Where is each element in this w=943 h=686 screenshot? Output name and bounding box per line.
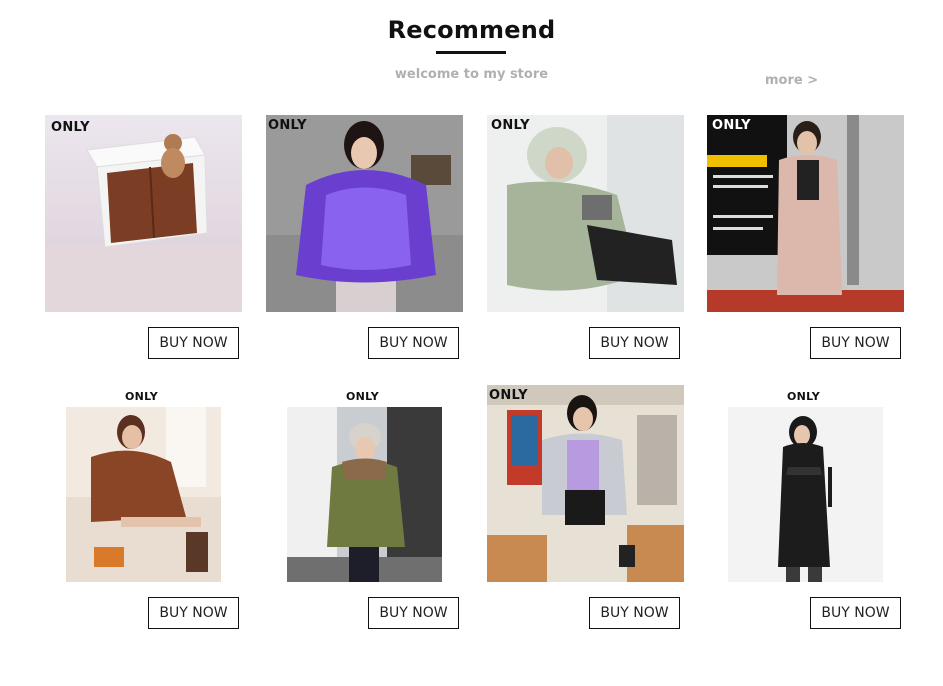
product-card-6[interactable]: ONLY [266, 385, 463, 582]
brand-logo: ONLY [712, 118, 751, 133]
product-card-2[interactable]: ONLY [266, 115, 463, 312]
buy-now-button[interactable]: BUY NOW [589, 597, 680, 629]
product-card-7[interactable]: ONLY [487, 385, 684, 582]
product-image [45, 115, 242, 312]
product-image [487, 115, 684, 312]
buy-now-button[interactable]: BUY NOW [148, 327, 239, 359]
buy-now-button[interactable]: BUY NOW [148, 597, 239, 629]
product-card-3[interactable]: ONLY [487, 115, 684, 312]
more-link[interactable]: more > [765, 73, 818, 88]
brand-logo: ONLY [787, 390, 821, 403]
product-image [287, 407, 442, 582]
buy-now-button[interactable]: BUY NOW [810, 327, 901, 359]
brand-logo: ONLY [346, 390, 380, 403]
buy-now-button[interactable]: BUY NOW [368, 327, 459, 359]
brand-logo: ONLY [51, 120, 90, 135]
brand-logo: ONLY [125, 390, 159, 403]
product-image [266, 115, 463, 312]
product-image [707, 115, 904, 312]
buy-now-button[interactable]: BUY NOW [368, 597, 459, 629]
product-card-4[interactable]: ONLY [707, 115, 904, 312]
product-card-8[interactable]: ONLY [707, 385, 904, 582]
page-title: Recommend [387, 16, 556, 44]
buy-now-button[interactable]: BUY NOW [810, 597, 901, 629]
brand-logo: ONLY [489, 388, 528, 403]
buy-now-button[interactable]: BUY NOW [589, 327, 680, 359]
product-card-1[interactable]: ONLY [45, 115, 242, 312]
product-image [728, 407, 883, 582]
title-underline [436, 51, 506, 54]
product-image [487, 385, 684, 582]
brand-logo: ONLY [268, 118, 307, 133]
product-card-5[interactable]: ONLY [45, 385, 242, 582]
product-image [66, 407, 221, 582]
brand-logo: ONLY [491, 118, 530, 133]
